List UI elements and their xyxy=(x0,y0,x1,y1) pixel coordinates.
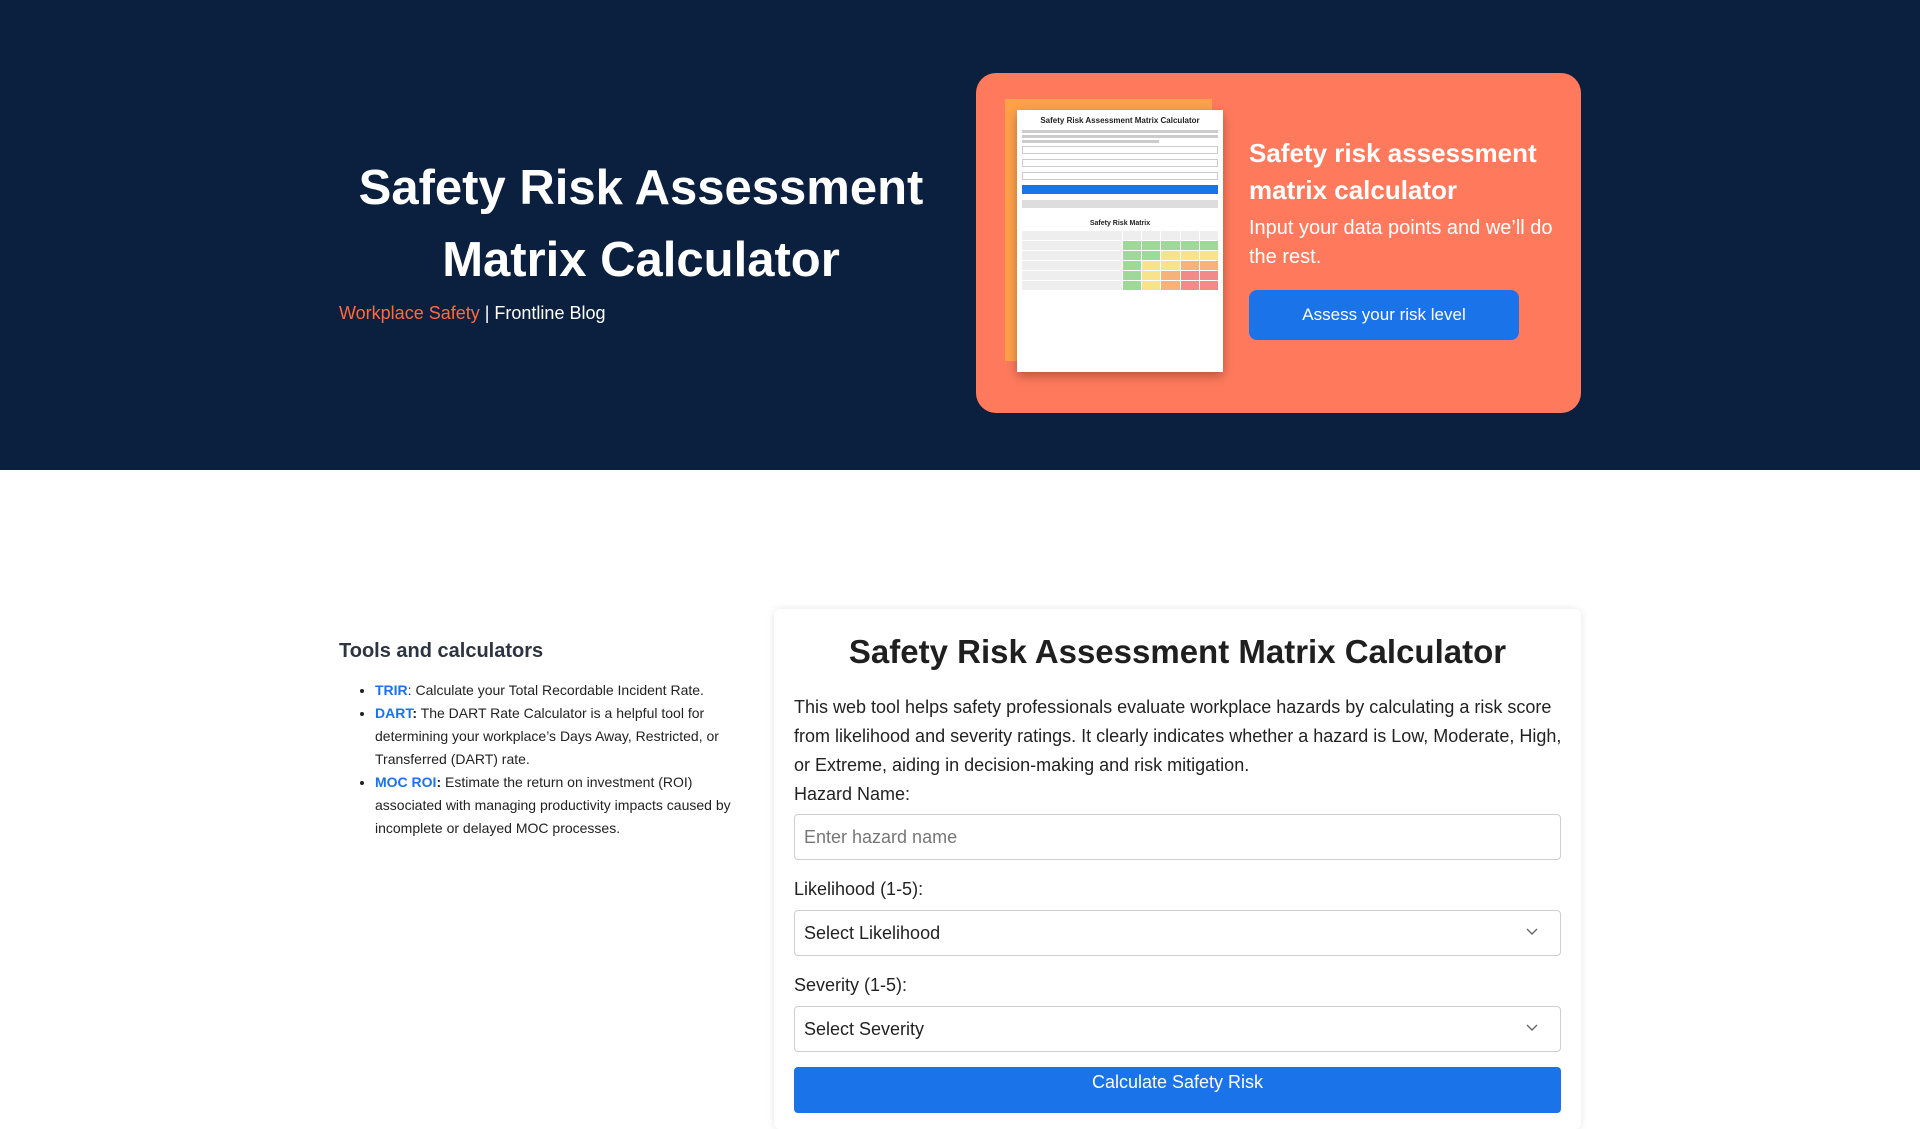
preview-title: Safety Risk Assessment Matrix Calculator xyxy=(1040,116,1200,125)
calculator-preview-image: Safety Risk Assessment Matrix Calculator… xyxy=(1017,110,1223,372)
hazard-label: Hazard Name: xyxy=(794,784,911,804)
likelihood-label: Likelihood (1-5): xyxy=(794,879,924,899)
likelihood-select[interactable]: Select Likelihood xyxy=(794,910,1561,956)
calculator-description: This web tool helps safety professionals… xyxy=(794,697,1562,775)
tools-list: TRIR: Calculate your Total Recordable In… xyxy=(339,679,749,840)
list-item: DART: The DART Rate Calculator is a help… xyxy=(375,702,749,771)
preview-matrix-grid xyxy=(1022,231,1218,290)
page-title: Safety Risk Assessment Matrix Calculator xyxy=(358,161,924,287)
calculate-risk-button[interactable]: Calculate Safety Risk xyxy=(794,1067,1561,1113)
tools-sidebar: Tools and calculators TRIR: Calculate yo… xyxy=(339,640,749,840)
moc-roi-link[interactable]: MOC ROI xyxy=(375,774,436,790)
assess-risk-button[interactable]: Assess your risk level xyxy=(1249,290,1519,340)
trir-link[interactable]: TRIR xyxy=(375,682,408,698)
calculator-card: Safety Risk Assessment Matrix Calculator… xyxy=(774,609,1581,1129)
promo-subtitle: Input your data points and we’ll do the … xyxy=(1249,217,1553,268)
severity-label: Severity (1-5): xyxy=(794,975,908,995)
preview-matrix-title: Safety Risk Matrix xyxy=(1089,220,1151,227)
dart-link[interactable]: DART xyxy=(375,705,412,721)
list-item: TRIR: Calculate your Total Recordable In… xyxy=(375,679,749,702)
blog-link[interactable]: Frontline Blog xyxy=(494,303,605,323)
breadcrumb: Workplace Safety | Frontline Blog xyxy=(339,303,605,324)
likelihood-value: Select Likelihood xyxy=(804,923,941,943)
promo-card[interactable]: Safety Risk Assessment Matrix Calculator… xyxy=(976,73,1581,413)
hazard-name-input[interactable]: Enter hazard name xyxy=(794,814,1561,860)
list-item: MOC ROI: Estimate the return on investme… xyxy=(375,771,749,840)
chevron-down-icon xyxy=(1526,928,1538,935)
hero-banner: Safety Risk Assessment Matrix Calculator… xyxy=(0,0,1920,470)
breadcrumb-separator: | xyxy=(479,303,495,323)
severity-value: Select Severity xyxy=(804,1019,925,1039)
sidebar-heading: Tools and calculators xyxy=(339,640,544,662)
category-link[interactable]: Workplace Safety xyxy=(339,303,480,323)
severity-select[interactable]: Select Severity xyxy=(794,1006,1561,1052)
chevron-down-icon xyxy=(1526,1024,1538,1031)
calculator-title: Safety Risk Assessment Matrix Calculator xyxy=(848,633,1507,670)
promo-title: Safety risk assessment matrix calculator xyxy=(1249,138,1537,205)
